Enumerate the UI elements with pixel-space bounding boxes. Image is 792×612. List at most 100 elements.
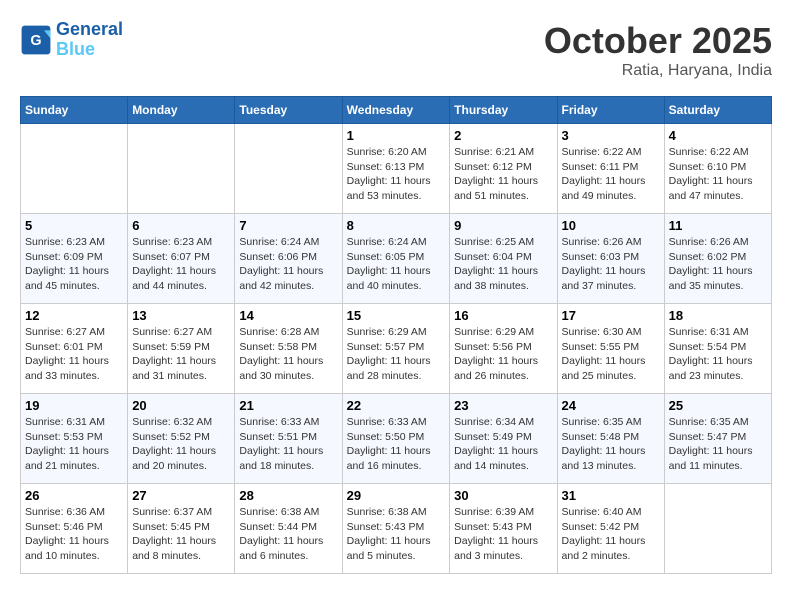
calendar-cell: 19 Sunrise: 6:31 AM Sunset: 5:53 PM Dayli… xyxy=(21,394,128,484)
day-number: 14 xyxy=(239,308,337,323)
calendar-cell: 15Sunrise: 6:29 AM Sunset: 5:57 PM Dayli… xyxy=(342,304,450,394)
title-block: October 2025 Ratia, Haryana, India xyxy=(544,20,772,80)
calendar-cell: 29Sunrise: 6:38 AM Sunset: 5:43 PM Dayli… xyxy=(342,484,450,574)
calendar-cell: 28 Sunrise: 6:38 AM Sunset: 5:44 PM Dayli… xyxy=(235,484,342,574)
weekday-header: Saturday xyxy=(664,97,771,124)
calendar-cell: 1 Sunrise: 6:20 AM Sunset: 6:13 PM Daylig… xyxy=(342,124,450,214)
day-detail: Sunrise: 6:37 AM Sunset: 5:45 PM Dayligh… xyxy=(132,505,230,564)
calendar-week-row: 5 Sunrise: 6:23 AM Sunset: 6:09 PM Daylig… xyxy=(21,214,772,304)
day-number: 2 xyxy=(454,128,552,143)
day-number: 1 xyxy=(347,128,446,143)
day-number: 27 xyxy=(132,488,230,503)
weekday-header: Sunday xyxy=(21,97,128,124)
day-number: 31 xyxy=(562,488,660,503)
day-detail: Sunrise: 6:24 AM Sunset: 6:06 PM Dayligh… xyxy=(239,235,337,294)
day-detail: Sunrise: 6:27 AM Sunset: 6:01 PM Dayligh… xyxy=(25,325,123,384)
day-detail: Sunrise: 6:31 AM Sunset: 5:54 PM Dayligh… xyxy=(669,325,767,384)
day-detail: Sunrise: 6:27 AM Sunset: 5:59 PM Dayligh… xyxy=(132,325,230,384)
calendar-cell: 17 Sunrise: 6:30 AM Sunset: 5:55 PM Dayli… xyxy=(557,304,664,394)
day-number: 17 xyxy=(562,308,660,323)
calendar-cell: 2 Sunrise: 6:21 AM Sunset: 6:12 PM Daylig… xyxy=(450,124,557,214)
calendar-cell: 4Sunrise: 6:22 AM Sunset: 6:10 PM Daylig… xyxy=(664,124,771,214)
day-detail: Sunrise: 6:29 AM Sunset: 5:56 PM Dayligh… xyxy=(454,325,552,384)
logo: G General Blue xyxy=(20,20,123,60)
month-title: October 2025 xyxy=(544,20,772,62)
calendar-cell: 18 Sunrise: 6:31 AM Sunset: 5:54 PM Dayli… xyxy=(664,304,771,394)
calendar-cell: 30Sunrise: 6:39 AM Sunset: 5:43 PM Dayli… xyxy=(450,484,557,574)
calendar-cell: 31 Sunrise: 6:40 AM Sunset: 5:42 PM Dayli… xyxy=(557,484,664,574)
calendar-cell: 5 Sunrise: 6:23 AM Sunset: 6:09 PM Daylig… xyxy=(21,214,128,304)
day-number: 25 xyxy=(669,398,767,413)
calendar-cell: 26 Sunrise: 6:36 AM Sunset: 5:46 PM Dayli… xyxy=(21,484,128,574)
logo-icon: G xyxy=(20,24,52,56)
day-detail: Sunrise: 6:34 AM Sunset: 5:49 PM Dayligh… xyxy=(454,415,552,474)
day-detail: Sunrise: 6:21 AM Sunset: 6:12 PM Dayligh… xyxy=(454,145,552,204)
calendar-cell: 7 Sunrise: 6:24 AM Sunset: 6:06 PM Daylig… xyxy=(235,214,342,304)
day-number: 21 xyxy=(239,398,337,413)
day-number: 20 xyxy=(132,398,230,413)
calendar-cell: 25Sunrise: 6:35 AM Sunset: 5:47 PM Dayli… xyxy=(664,394,771,484)
day-number: 3 xyxy=(562,128,660,143)
day-number: 22 xyxy=(347,398,446,413)
day-detail: Sunrise: 6:31 AM Sunset: 5:53 PM Dayligh… xyxy=(25,415,123,474)
day-number: 26 xyxy=(25,488,123,503)
calendar-cell: 8Sunrise: 6:24 AM Sunset: 6:05 PM Daylig… xyxy=(342,214,450,304)
day-number: 5 xyxy=(25,218,123,233)
day-number: 10 xyxy=(562,218,660,233)
day-number: 28 xyxy=(239,488,337,503)
calendar-week-row: 12 Sunrise: 6:27 AM Sunset: 6:01 PM Dayli… xyxy=(21,304,772,394)
calendar-week-row: 1 Sunrise: 6:20 AM Sunset: 6:13 PM Daylig… xyxy=(21,124,772,214)
location: Ratia, Haryana, India xyxy=(544,62,772,80)
weekday-header: Tuesday xyxy=(235,97,342,124)
day-number: 19 xyxy=(25,398,123,413)
page-header: G General Blue October 2025 Ratia, Harya… xyxy=(20,20,772,80)
day-detail: Sunrise: 6:28 AM Sunset: 5:58 PM Dayligh… xyxy=(239,325,337,384)
day-detail: Sunrise: 6:39 AM Sunset: 5:43 PM Dayligh… xyxy=(454,505,552,564)
day-detail: Sunrise: 6:23 AM Sunset: 6:07 PM Dayligh… xyxy=(132,235,230,294)
day-detail: Sunrise: 6:40 AM Sunset: 5:42 PM Dayligh… xyxy=(562,505,660,564)
calendar-cell: 24 Sunrise: 6:35 AM Sunset: 5:48 PM Dayli… xyxy=(557,394,664,484)
calendar-cell: 11 Sunrise: 6:26 AM Sunset: 6:02 PM Dayli… xyxy=(664,214,771,304)
calendar-cell: 3 Sunrise: 6:22 AM Sunset: 6:11 PM Daylig… xyxy=(557,124,664,214)
day-detail: Sunrise: 6:36 AM Sunset: 5:46 PM Dayligh… xyxy=(25,505,123,564)
weekday-header: Wednesday xyxy=(342,97,450,124)
day-number: 6 xyxy=(132,218,230,233)
day-number: 18 xyxy=(669,308,767,323)
calendar-cell: 10 Sunrise: 6:26 AM Sunset: 6:03 PM Dayli… xyxy=(557,214,664,304)
calendar-cell: 23Sunrise: 6:34 AM Sunset: 5:49 PM Dayli… xyxy=(450,394,557,484)
day-detail: Sunrise: 6:20 AM Sunset: 6:13 PM Dayligh… xyxy=(347,145,446,204)
calendar-cell: 13Sunrise: 6:27 AM Sunset: 5:59 PM Dayli… xyxy=(128,304,235,394)
calendar-week-row: 26 Sunrise: 6:36 AM Sunset: 5:46 PM Dayli… xyxy=(21,484,772,574)
day-detail: Sunrise: 6:24 AM Sunset: 6:05 PM Dayligh… xyxy=(347,235,446,294)
day-detail: Sunrise: 6:30 AM Sunset: 5:55 PM Dayligh… xyxy=(562,325,660,384)
calendar-cell: 6 Sunrise: 6:23 AM Sunset: 6:07 PM Daylig… xyxy=(128,214,235,304)
calendar-cell: 16 Sunrise: 6:29 AM Sunset: 5:56 PM Dayli… xyxy=(450,304,557,394)
day-detail: Sunrise: 6:23 AM Sunset: 6:09 PM Dayligh… xyxy=(25,235,123,294)
day-number: 29 xyxy=(347,488,446,503)
day-number: 4 xyxy=(669,128,767,143)
day-number: 11 xyxy=(669,218,767,233)
calendar-header: SundayMondayTuesdayWednesdayThursdayFrid… xyxy=(21,97,772,124)
calendar-cell: 12 Sunrise: 6:27 AM Sunset: 6:01 PM Dayli… xyxy=(21,304,128,394)
weekday-header: Monday xyxy=(128,97,235,124)
day-detail: Sunrise: 6:32 AM Sunset: 5:52 PM Dayligh… xyxy=(132,415,230,474)
day-number: 12 xyxy=(25,308,123,323)
calendar-cell xyxy=(128,124,235,214)
day-detail: Sunrise: 6:25 AM Sunset: 6:04 PM Dayligh… xyxy=(454,235,552,294)
calendar-week-row: 19 Sunrise: 6:31 AM Sunset: 5:53 PM Dayli… xyxy=(21,394,772,484)
day-detail: Sunrise: 6:26 AM Sunset: 6:02 PM Dayligh… xyxy=(669,235,767,294)
day-detail: Sunrise: 6:38 AM Sunset: 5:44 PM Dayligh… xyxy=(239,505,337,564)
day-detail: Sunrise: 6:35 AM Sunset: 5:48 PM Dayligh… xyxy=(562,415,660,474)
day-detail: Sunrise: 6:26 AM Sunset: 6:03 PM Dayligh… xyxy=(562,235,660,294)
day-detail: Sunrise: 6:33 AM Sunset: 5:50 PM Dayligh… xyxy=(347,415,446,474)
calendar-table: SundayMondayTuesdayWednesdayThursdayFrid… xyxy=(20,96,772,574)
day-number: 7 xyxy=(239,218,337,233)
calendar-cell: 9Sunrise: 6:25 AM Sunset: 6:04 PM Daylig… xyxy=(450,214,557,304)
svg-text:G: G xyxy=(30,33,41,49)
calendar-cell xyxy=(664,484,771,574)
day-detail: Sunrise: 6:22 AM Sunset: 6:11 PM Dayligh… xyxy=(562,145,660,204)
day-number: 24 xyxy=(562,398,660,413)
calendar-cell: 20 Sunrise: 6:32 AM Sunset: 5:52 PM Dayli… xyxy=(128,394,235,484)
day-number: 16 xyxy=(454,308,552,323)
day-detail: Sunrise: 6:29 AM Sunset: 5:57 PM Dayligh… xyxy=(347,325,446,384)
